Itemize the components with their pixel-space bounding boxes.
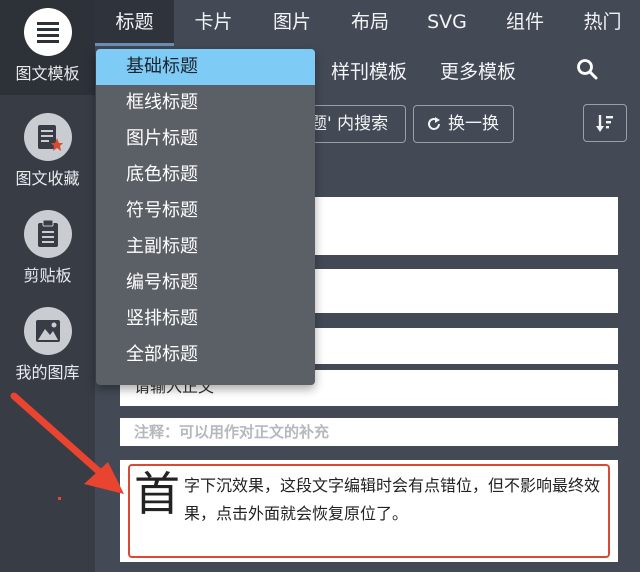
dropcap-char: 首 <box>134 467 180 521</box>
tab-svg[interactable]: SVG <box>409 0 485 46</box>
tab-sample-templates[interactable]: 样刊模板 <box>331 57 407 84</box>
dropcap-text: 字下沉效果，这段文字编辑时会有点错位，但不影响最终效果，点击外面就会恢复原位了。 <box>184 476 601 523</box>
tab-popular[interactable]: 热门 <box>565 0 640 46</box>
tab-more-templates[interactable]: 更多模板 <box>440 57 516 84</box>
tab-component[interactable]: 组件 <box>485 0 565 46</box>
top-nav: 标题 卡片 图片 布局 SVG 组件 热门 <box>95 0 640 46</box>
shuffle-button[interactable]: 换一换 <box>413 105 514 143</box>
sidebar-item-templates[interactable]: 图文模板 <box>0 0 95 95</box>
dropdown-item-symbol-title[interactable]: 符号标题 <box>96 193 315 229</box>
tab-layout[interactable]: 布局 <box>331 0 409 46</box>
image-icon <box>23 307 72 355</box>
tab-title[interactable]: 标题 <box>95 0 174 46</box>
search-in-label: 题' 内搜索 <box>310 114 389 134</box>
dropdown-item-image-title[interactable]: 图片标题 <box>96 121 315 157</box>
note-text: 注释：可以用作对正文的补充 <box>134 423 330 441</box>
sidebar-item-clipboard[interactable]: 剪贴板 <box>0 210 95 286</box>
search-in-category-button[interactable]: 题' 内搜索 <box>300 105 406 143</box>
template-preview-dropcap[interactable]: 首 字下沉效果，这段文字编辑时会有点错位，但不影响最终效果，点击外面就会恢复原位… <box>120 460 618 562</box>
tab-card[interactable]: 卡片 <box>174 0 253 46</box>
dropdown-item-all-titles[interactable]: 全部标题 <box>96 337 315 373</box>
red-arrow-annotation <box>10 392 124 494</box>
sidebar-item-gallery[interactable]: 我的图库 <box>0 307 95 383</box>
list-icon <box>23 8 72 56</box>
sidebar-item-favorites[interactable]: 图文收藏 <box>0 113 95 189</box>
dropdown-item-numbered-title[interactable]: 编号标题 <box>96 265 315 301</box>
dropdown-item-background-title[interactable]: 底色标题 <box>96 157 315 193</box>
sidebar-item-label: 剪贴板 <box>23 266 72 285</box>
sidebar-item-label: 图文模板 <box>15 64 80 83</box>
sort-icon <box>596 115 613 132</box>
dropdown-item-basic-title[interactable]: 基础标题 <box>96 49 315 85</box>
refresh-icon <box>428 117 440 130</box>
dropdown-item-vertical-title[interactable]: 竖排标题 <box>96 301 315 337</box>
dropdown-item-main-sub-title[interactable]: 主副标题 <box>96 229 315 265</box>
shuffle-label: 换一换 <box>448 114 499 134</box>
sort-button[interactable] <box>583 104 627 142</box>
search-icon[interactable] <box>576 58 598 84</box>
tab-image[interactable]: 图片 <box>253 0 331 46</box>
red-dot <box>58 497 61 500</box>
template-preview-note[interactable]: 注释：可以用作对正文的补充 <box>120 418 618 446</box>
document-star-icon <box>23 113 72 161</box>
sidebar-item-label: 图文收藏 <box>15 169 80 188</box>
clipboard-icon <box>23 210 72 258</box>
dropdown-item-frame-title[interactable]: 框线标题 <box>96 85 315 121</box>
title-dropdown-menu: 基础标题 框线标题 图片标题 底色标题 符号标题 主副标题 编号标题 竖排标题 … <box>96 49 315 385</box>
